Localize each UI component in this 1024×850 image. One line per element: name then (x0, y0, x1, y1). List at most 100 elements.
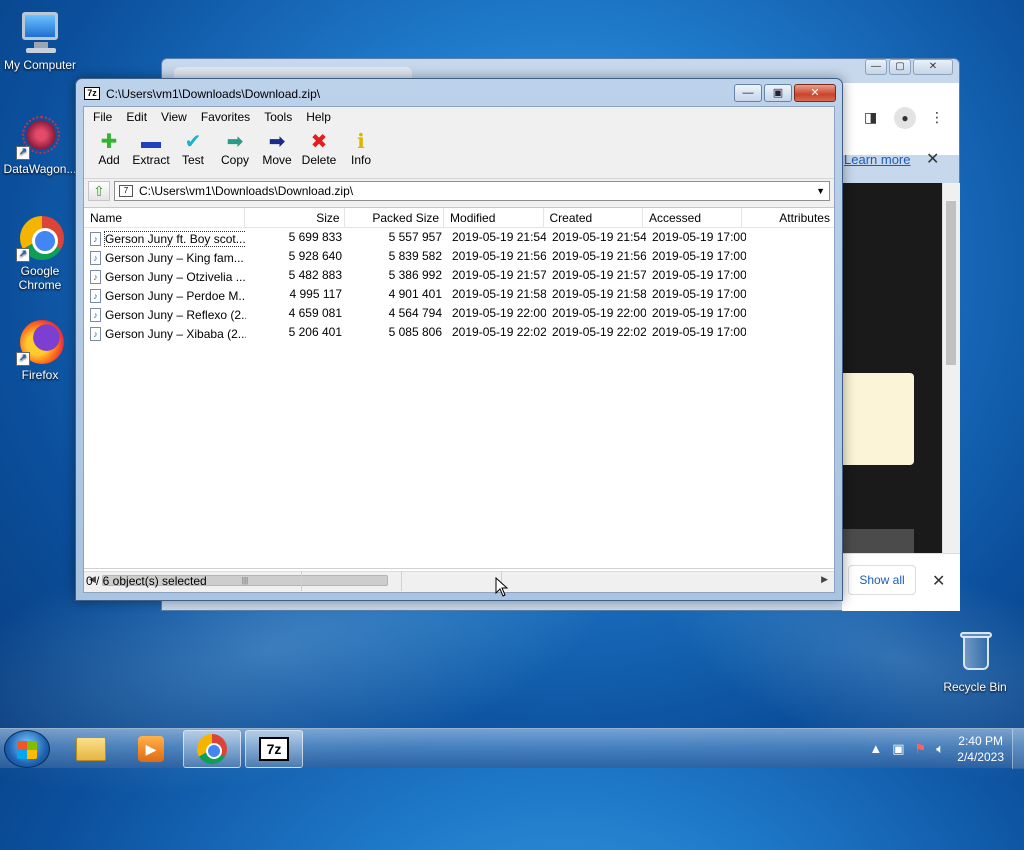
file-list[interactable]: Name Size Packed Size Modified Created A… (84, 207, 834, 571)
column-header-created[interactable]: Created (544, 208, 643, 227)
maximize-button[interactable]: ▣ (764, 84, 792, 102)
file-modified: 2019-05-19 21:57 (452, 268, 546, 282)
close-button[interactable]: ✕ (913, 59, 953, 75)
list-header: Name Size Packed Size Modified Created A… (84, 208, 834, 228)
minimize-button[interactable]: — (865, 59, 887, 75)
taskbar-explorer[interactable] (62, 730, 120, 768)
desktop-icon-firefox[interactable]: ↗ Firefox (0, 318, 80, 382)
taskbar-7zip[interactable]: 7z (245, 730, 303, 768)
column-header-attributes[interactable]: Attributes (742, 208, 834, 227)
test-button[interactable]: ✔ Test (172, 127, 214, 178)
table-row[interactable]: ♪ Gerson Juny – Xibaba (2... 5 206 401 5 … (84, 323, 834, 342)
column-header-size[interactable]: Size (245, 208, 345, 227)
file-packed-size: 5 085 806 (388, 325, 442, 339)
folder-up-button[interactable]: ⇧ (88, 181, 110, 201)
table-row[interactable]: ♪ Gerson Juny – Reflexo (2... 4 659 081 4… (84, 304, 834, 323)
move-icon: ➡ (268, 131, 286, 153)
show-all-button[interactable]: Show all (848, 565, 916, 595)
profile-icon[interactable]: ● (894, 107, 916, 129)
menu-favorites[interactable]: Favorites (194, 107, 257, 127)
extract-button[interactable]: ▬ Extract (130, 127, 172, 178)
maximize-button[interactable]: ▢ (889, 59, 911, 75)
table-row[interactable]: ♪ Gerson Juny – King fam... 5 928 640 5 8… (84, 247, 834, 266)
7zip-window[interactable]: 7z C:\Users\vm1\Downloads\Download.zip\ … (75, 78, 843, 601)
add-label: Add (98, 153, 120, 167)
file-created: 2019-05-19 22:02 (552, 325, 646, 339)
info-button[interactable]: ℹ Info (340, 127, 382, 178)
action-center-icon[interactable]: ⚑ (915, 741, 927, 757)
file-packed-size: 5 386 992 (388, 268, 442, 282)
table-row[interactable]: ♪ Gerson Juny – Otzivelia ... 5 482 883 5… (84, 266, 834, 285)
window-title: C:\Users\vm1\Downloads\Download.zip\ (106, 87, 321, 101)
recycle-bin-icon (951, 630, 999, 678)
side-panel-icon[interactable]: ◨ (864, 109, 877, 126)
file-accessed: 2019-05-19 17:00 (652, 306, 746, 320)
chrome-icon (197, 734, 227, 764)
taskbar-chrome[interactable] (183, 730, 241, 768)
address-text: C:\Users\vm1\Downloads\Download.zip\ (139, 184, 354, 198)
column-header-modified[interactable]: Modified (444, 208, 544, 227)
7zip-icon: 7z (259, 737, 289, 761)
menu-help[interactable]: Help (299, 107, 338, 127)
copy-icon: ➡ (226, 131, 244, 153)
close-icon[interactable]: ✕ (926, 149, 939, 169)
close-download-bar-icon[interactable]: ✕ (932, 571, 945, 591)
network-icon[interactable]: ▣ (892, 741, 904, 757)
desktop-icon-google-chrome[interactable]: ↗ Google Chrome (0, 214, 80, 292)
extract-icon: ▬ (141, 131, 161, 153)
file-created: 2019-05-19 22:00 (552, 306, 646, 320)
window-controls: — ▣ ✕ (734, 84, 836, 102)
test-label: Test (181, 153, 204, 167)
status-cell (402, 570, 502, 591)
taskbar-media-player[interactable]: ▶ (122, 730, 180, 768)
desktop-icon-recycle-bin[interactable]: Recycle Bin (935, 630, 1015, 694)
delete-label: Delete (301, 153, 337, 167)
desktop-icon-my-computer[interactable]: My Computer (0, 8, 80, 72)
start-button[interactable] (4, 730, 50, 768)
menu-tools[interactable]: Tools (257, 107, 299, 127)
menu-edit[interactable]: Edit (119, 107, 154, 127)
minimize-button[interactable]: — (734, 84, 762, 102)
column-header-name[interactable]: Name (84, 208, 246, 227)
menu-view[interactable]: View (154, 107, 194, 127)
file-modified: 2019-05-19 21:58 (452, 287, 546, 301)
scrollbar-thumb[interactable] (946, 201, 956, 365)
file-created: 2019-05-19 21:58 (552, 287, 646, 301)
show-hidden-icons-icon[interactable]: ▲ (869, 741, 882, 757)
table-row[interactable]: ♪ Gerson Juny – Perdoe M... 4 995 117 4 9… (84, 285, 834, 304)
delete-icon: ✖ (310, 131, 328, 153)
file-name: Gerson Juny – Xibaba (2... (105, 326, 246, 341)
title-bar[interactable]: 7z C:\Users\vm1\Downloads\Download.zip\ … (76, 79, 842, 107)
audio-file-icon: ♪ (90, 231, 101, 246)
show-desktop-button[interactable] (1012, 729, 1024, 769)
column-header-accessed[interactable]: Accessed (643, 208, 743, 227)
volume-icon[interactable]: 🔈︎ (936, 741, 944, 757)
add-button[interactable]: ✚ Add (88, 127, 130, 178)
more-menu-icon[interactable]: ⋮ (930, 109, 944, 126)
file-modified: 2019-05-19 22:02 (452, 325, 546, 339)
computer-icon (16, 8, 64, 56)
media-player-icon: ▶ (138, 736, 164, 762)
close-button[interactable]: ✕ (794, 84, 836, 102)
content-block (842, 529, 914, 553)
delete-button[interactable]: ✖ Delete (298, 127, 340, 178)
7zip-app-icon: 7z (84, 87, 100, 100)
desktop-icon-label: Google Chrome (18, 264, 62, 292)
address-field[interactable]: 7 C:\Users\vm1\Downloads\Download.zip\ ▼ (114, 181, 830, 201)
address-bar: ⇧ 7 C:\Users\vm1\Downloads\Download.zip\… (84, 179, 834, 203)
desktop-icon-datawagon[interactable]: ↗ DataWagon... (0, 112, 80, 176)
audio-file-icon: ♪ (90, 288, 101, 303)
copy-button[interactable]: ➡ Copy (214, 127, 256, 178)
learn-more-link[interactable]: Learn more (844, 152, 910, 167)
column-header-packed-size[interactable]: Packed Size (345, 208, 445, 227)
file-packed-size: 4 901 401 (388, 287, 442, 301)
chevron-down-icon[interactable]: ▼ (816, 186, 825, 196)
move-button[interactable]: ➡ Move (256, 127, 298, 178)
clock[interactable]: 2:40 PM 2/4/2023 (957, 733, 1004, 765)
table-row[interactable]: ♪ Gerson Juny ft. Boy scot... 5 699 833 5… (84, 228, 834, 247)
test-icon: ✔ (184, 131, 202, 153)
desktop-icon-label: Firefox (21, 368, 59, 382)
menu-file[interactable]: File (86, 107, 119, 127)
desktop-icon-label: My Computer (3, 58, 77, 72)
clock-date: 2/4/2023 (957, 750, 1004, 764)
